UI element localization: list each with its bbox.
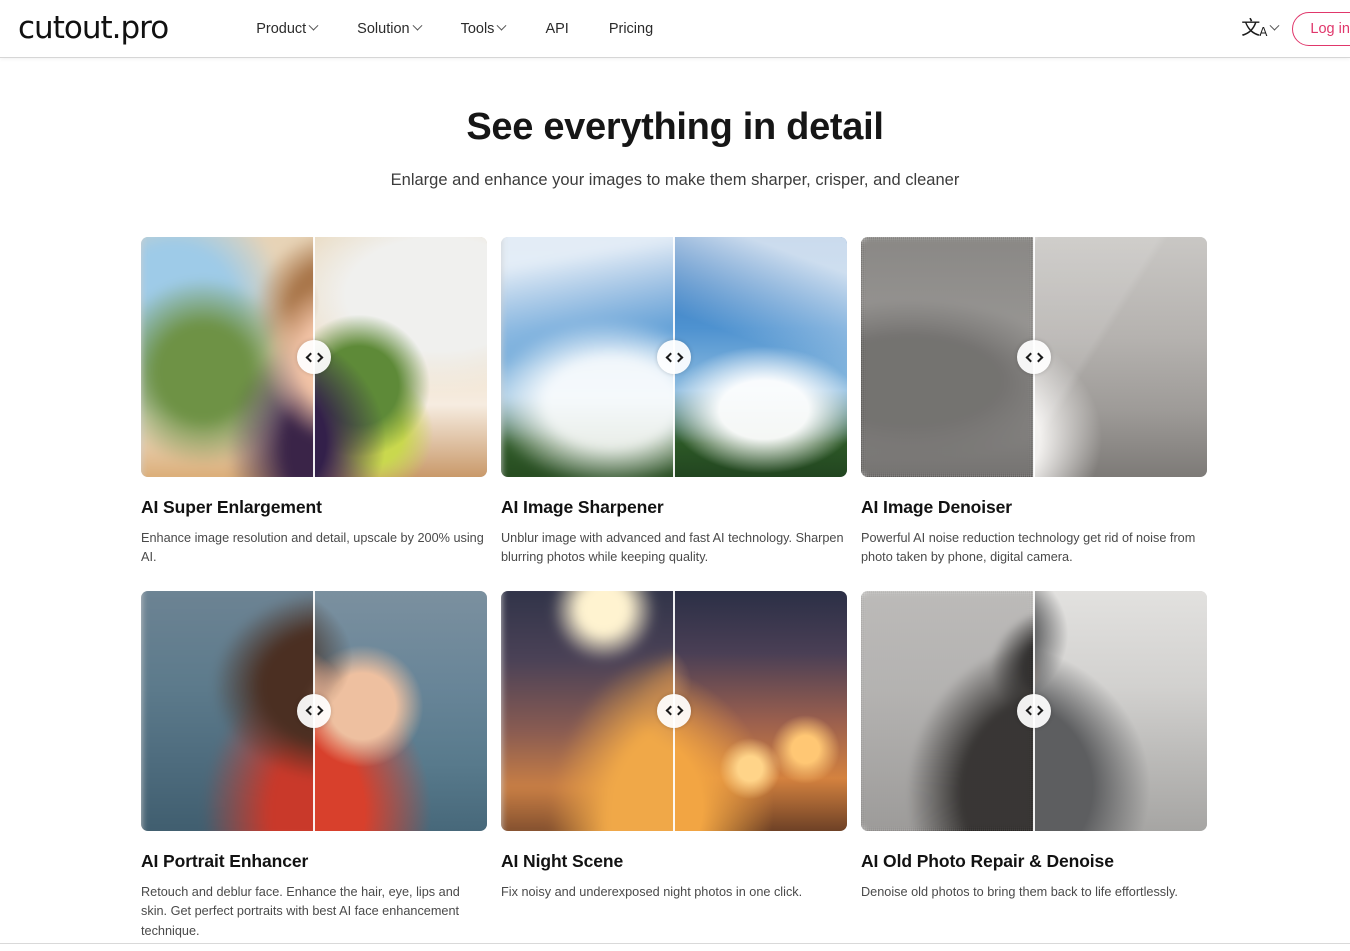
section-divider xyxy=(0,943,1350,944)
card-title: AI Super Enlargement xyxy=(141,497,322,517)
site-logo[interactable]: cutout.pro xyxy=(18,13,169,44)
slider-compare-icon[interactable] xyxy=(297,340,331,374)
page-title: See everything in detail xyxy=(466,106,884,148)
nav-label: Solution xyxy=(357,20,410,37)
nav-item-pricing[interactable]: Pricing xyxy=(589,15,673,43)
feature-card[interactable]: AI Image Denoiser Powerful AI noise redu… xyxy=(861,237,1207,568)
nav-item-tools[interactable]: Tools xyxy=(441,15,526,43)
before-image xyxy=(861,237,1034,477)
login-button[interactable]: Log in / xyxy=(1292,11,1350,46)
feature-card[interactable]: AI Image Sharpener Unblur image with adv… xyxy=(501,237,847,568)
before-image xyxy=(861,590,1034,831)
before-after-comparison[interactable] xyxy=(141,237,487,477)
chevron-right-icon xyxy=(1033,352,1043,362)
chevron-down-icon xyxy=(308,20,319,31)
header-actions: 文A Log in / xyxy=(1241,0,1350,57)
card-description: Unblur image with advanced and fast AI t… xyxy=(501,531,844,565)
card-description: Retouch and deblur face. Enhance the hai… xyxy=(141,884,460,938)
nav-label: Pricing xyxy=(608,20,654,37)
slider-compare-icon[interactable] xyxy=(657,340,691,374)
before-after-comparison[interactable] xyxy=(141,590,487,831)
card-title: AI Image Sharpener xyxy=(501,497,664,517)
card-title: AI Portrait Enhancer xyxy=(141,850,309,871)
slider-compare-icon[interactable] xyxy=(1017,693,1051,728)
feature-card-grid: AI Super Enlargement Enhance image resol… xyxy=(141,190,1209,941)
after-image xyxy=(1034,237,1207,477)
after-image xyxy=(314,590,487,831)
before-after-comparison[interactable] xyxy=(861,237,1207,477)
feature-card[interactable]: AI Portrait Enhancer Retouch and deblur … xyxy=(141,590,487,941)
main-navigation: Product Solution Tools API Pricing xyxy=(236,15,673,43)
chevron-right-icon xyxy=(1033,705,1043,716)
after-image xyxy=(314,237,487,477)
feature-card[interactable]: AI Old Photo Repair & Denoise Denoise ol… xyxy=(861,590,1207,941)
chevron-down-icon xyxy=(412,20,423,31)
chevron-down-icon xyxy=(1269,20,1280,31)
after-image xyxy=(674,237,847,477)
nav-label: API xyxy=(545,20,569,37)
card-title: AI Night Scene xyxy=(501,850,624,871)
card-description: Enhance image resolution and detail, ups… xyxy=(141,531,484,565)
feature-card[interactable]: AI Night Scene Fix noisy and underexpose… xyxy=(501,590,847,941)
language-switcher[interactable]: 文A xyxy=(1241,17,1280,39)
nav-label: Tools xyxy=(460,20,495,37)
nav-item-solution[interactable]: Solution xyxy=(337,15,440,43)
before-after-comparison[interactable] xyxy=(501,590,847,831)
slider-compare-icon[interactable] xyxy=(657,693,691,728)
card-title: AI Image Denoiser xyxy=(861,497,1012,517)
nav-item-api[interactable]: API xyxy=(525,15,588,43)
chevron-down-icon xyxy=(496,20,507,31)
card-title: AI Old Photo Repair & Denoise xyxy=(861,850,1114,871)
after-image xyxy=(674,590,847,831)
main-content: See everything in detail Enlarge and enh… xyxy=(0,57,1350,951)
after-image xyxy=(1034,590,1207,831)
slider-compare-icon[interactable] xyxy=(1017,340,1051,374)
nav-item-product[interactable]: Product xyxy=(236,15,337,43)
chevron-right-icon xyxy=(673,352,683,362)
slider-compare-icon[interactable] xyxy=(297,693,331,728)
site-header: cutout.pro Product Solution Tools API Pr… xyxy=(0,0,1350,57)
feature-card[interactable]: AI Super Enlargement Enhance image resol… xyxy=(141,237,487,568)
card-description: Fix noisy and underexposed night photos … xyxy=(501,884,803,899)
card-description: Denoise old photos to bring them back to… xyxy=(861,884,1178,899)
chevron-right-icon xyxy=(673,705,683,716)
chevron-right-icon xyxy=(313,705,323,716)
page-subtitle: Enlarge and enhance your images to make … xyxy=(390,171,960,189)
before-after-comparison[interactable] xyxy=(501,237,847,477)
before-after-comparison[interactable] xyxy=(861,590,1207,831)
translate-icon: 文A xyxy=(1241,17,1267,39)
card-description: Powerful AI noise reduction technology g… xyxy=(861,531,1196,565)
chevron-right-icon xyxy=(313,352,323,362)
nav-label: Product xyxy=(256,20,307,37)
